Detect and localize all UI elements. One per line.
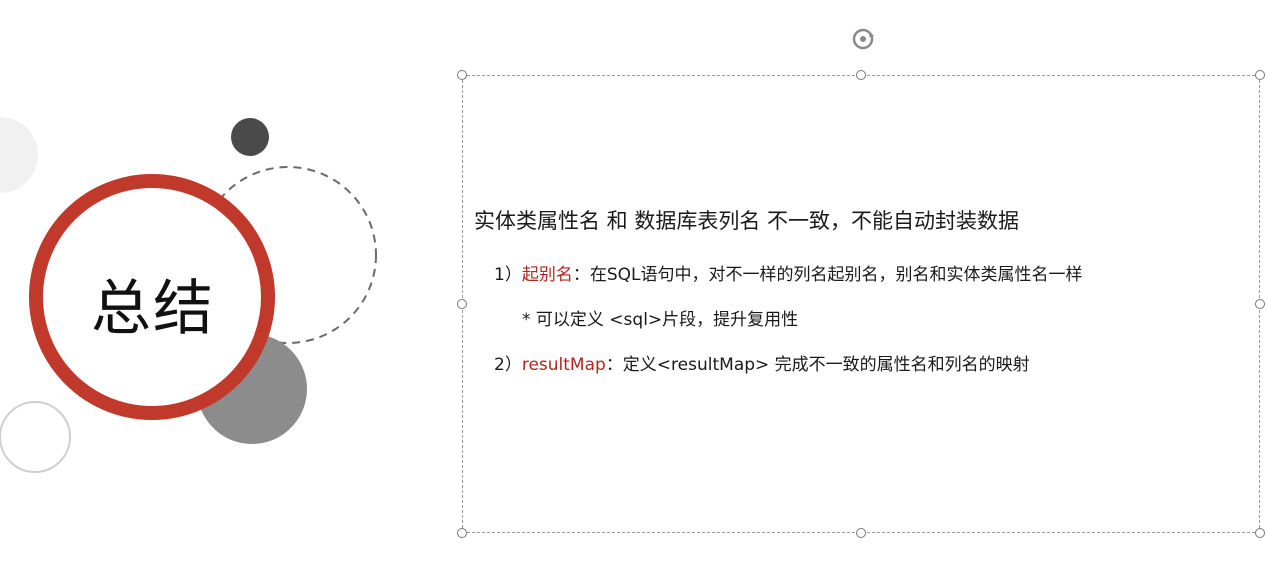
- list-item-alias[interactable]: 1）起别名：在SQL语句中，对不一样的列名起别名，别名和实体类属性名一样: [494, 260, 1082, 285]
- resize-handle-top-left[interactable]: [457, 70, 467, 80]
- item-number: 2）: [494, 355, 522, 375]
- resize-handle-right[interactable]: [1255, 299, 1265, 309]
- resize-handle-left[interactable]: [457, 299, 467, 309]
- resize-handle-top-right[interactable]: [1255, 70, 1265, 80]
- faint-circle: [0, 117, 38, 193]
- resize-handle-bottom[interactable]: [856, 528, 866, 538]
- text-box-selection[interactable]: [462, 75, 1260, 533]
- item-keyword: 起别名: [521, 265, 573, 285]
- list-item-resultmap[interactable]: 2）resultMap：定义<resultMap> 完成不一致的属性名和列名的映…: [494, 350, 1030, 375]
- item-text: ：在SQL语句中，对不一样的列名起别名，别名和实体类属性名一样: [572, 265, 1083, 285]
- item-text: * 可以定义 <sql>片段，提升复用性: [522, 310, 799, 330]
- outline-circle: [0, 401, 71, 473]
- item-number: 1）: [494, 265, 522, 285]
- slide-title: 总结: [91, 273, 215, 344]
- slide-canvas: 总结 实体类属性名 和 数据库表列名 不一致，不能自动封装数据 1）起别名：在S…: [0, 0, 1267, 586]
- item-text: ：定义<resultMap> 完成不一致的属性名和列名的映射: [605, 355, 1030, 375]
- rotate-handle-icon[interactable]: [850, 26, 876, 52]
- list-item-sql-fragment[interactable]: * 可以定义 <sql>片段，提升复用性: [522, 305, 798, 330]
- content-heading[interactable]: 实体类属性名 和 数据库表列名 不一致，不能自动封装数据: [474, 205, 1019, 235]
- resize-handle-bottom-right[interactable]: [1255, 528, 1265, 538]
- resize-handle-top[interactable]: [856, 70, 866, 80]
- item-keyword: resultMap: [521, 355, 606, 375]
- resize-handle-bottom-left[interactable]: [457, 528, 467, 538]
- dark-dot: [231, 118, 269, 156]
